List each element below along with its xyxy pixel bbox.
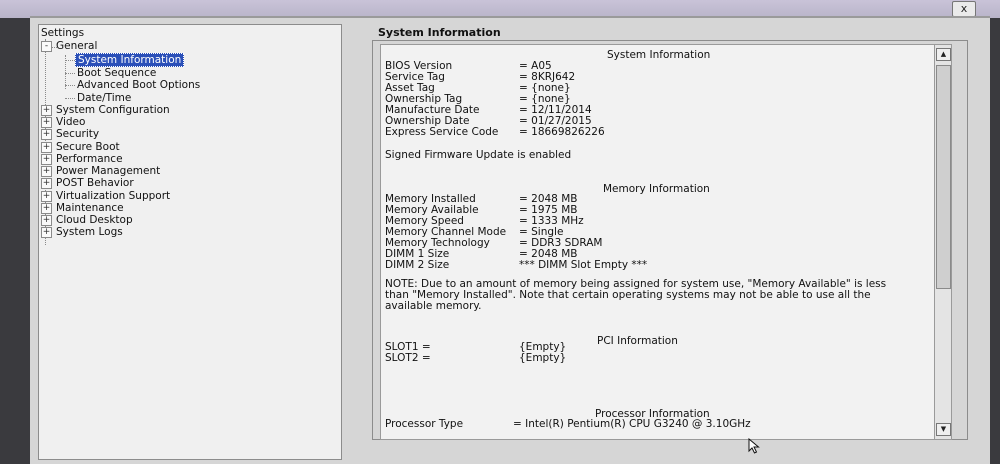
- expand-icon[interactable]: +: [41, 215, 52, 226]
- info-value: {Empty}: [519, 352, 567, 364]
- tree-item-label: Boot Sequence: [77, 67, 157, 79]
- close-button[interactable]: x: [952, 1, 976, 17]
- settings-tree: Settings - General System Information Boo…: [38, 24, 342, 460]
- tree-item-label: General: [56, 40, 98, 52]
- bios-setup-window: Settings - General System Information Boo…: [30, 16, 990, 464]
- info-key: Processor Type: [385, 418, 464, 430]
- tree-item-system-information[interactable]: System Information: [75, 53, 185, 67]
- tree-item-label: Power Management: [56, 165, 161, 177]
- expand-icon[interactable]: +: [41, 105, 52, 116]
- expand-icon[interactable]: +: [41, 191, 52, 202]
- info-value: = 18669826226: [519, 126, 605, 138]
- tree-item-label: Date/Time: [77, 92, 132, 104]
- expand-icon[interactable]: +: [41, 203, 52, 214]
- info-key: Express Service Code: [385, 126, 499, 138]
- expand-icon[interactable]: +: [41, 129, 52, 140]
- tree-item-label: System Information: [75, 53, 185, 67]
- expand-icon[interactable]: +: [41, 154, 52, 165]
- info-key: DIMM 2 Size: [385, 259, 450, 271]
- tree-item-system-logs[interactable]: + System Logs: [41, 226, 123, 239]
- pci-info-title: PCI Information: [597, 335, 678, 347]
- signed-firmware-status: Signed Firmware Update is enabled: [385, 149, 572, 161]
- collapse-icon[interactable]: -: [41, 41, 52, 52]
- tree-item-label: Maintenance: [56, 202, 124, 214]
- tree-item-label: POST Behavior: [56, 177, 134, 189]
- scroll-up-arrow-icon[interactable]: ▲: [936, 48, 951, 61]
- tree-item-security[interactable]: + Security: [41, 128, 99, 141]
- system-info-title: System Information: [607, 49, 711, 61]
- scroll-down-arrow-icon[interactable]: ▼: [936, 423, 951, 436]
- tree-item-label: Advanced Boot Options: [77, 79, 201, 91]
- tree-item-label: Performance: [56, 153, 123, 165]
- tree-item-label: Virtualization Support: [56, 190, 171, 202]
- tree-item-general[interactable]: - General: [41, 40, 97, 53]
- info-value: = Intel(R) Pentium(R) CPU G3240 @ 3.10GH…: [513, 418, 751, 430]
- tree-item-advanced-boot-options[interactable]: Advanced Boot Options: [77, 79, 200, 92]
- tree-root-label: Settings: [41, 27, 85, 39]
- panel-header: System Information: [378, 26, 501, 39]
- expand-icon[interactable]: +: [41, 166, 52, 177]
- scroll-thumb[interactable]: [936, 65, 951, 289]
- tree-item-label: System Logs: [56, 226, 123, 238]
- tree-item-label: Security: [56, 128, 100, 140]
- expand-icon[interactable]: +: [41, 227, 52, 238]
- expand-icon[interactable]: +: [41, 142, 52, 153]
- vertical-scrollbar[interactable]: ▲ ▼: [934, 44, 952, 440]
- memory-note: NOTE: Due to an amount of memory being a…: [385, 278, 887, 312]
- expand-icon[interactable]: +: [41, 117, 52, 128]
- tree-item-label: Secure Boot: [56, 141, 120, 153]
- tree-item-post-behavior[interactable]: + POST Behavior: [41, 177, 134, 190]
- info-key: SLOT2 =: [385, 352, 431, 364]
- tree-root-settings[interactable]: Settings: [41, 27, 84, 40]
- expand-icon[interactable]: +: [41, 178, 52, 189]
- tree-item-label: Cloud Desktop: [56, 214, 133, 226]
- mouse-cursor-icon: [748, 438, 760, 454]
- tree-item-label: Video: [56, 116, 86, 128]
- tree-item-label: System Configuration: [56, 104, 170, 116]
- memory-info-title: Memory Information: [603, 183, 710, 195]
- info-value: *** DIMM Slot Empty ***: [519, 259, 648, 271]
- system-info-content: System Information BIOS Version = A05 Ser…: [380, 44, 936, 440]
